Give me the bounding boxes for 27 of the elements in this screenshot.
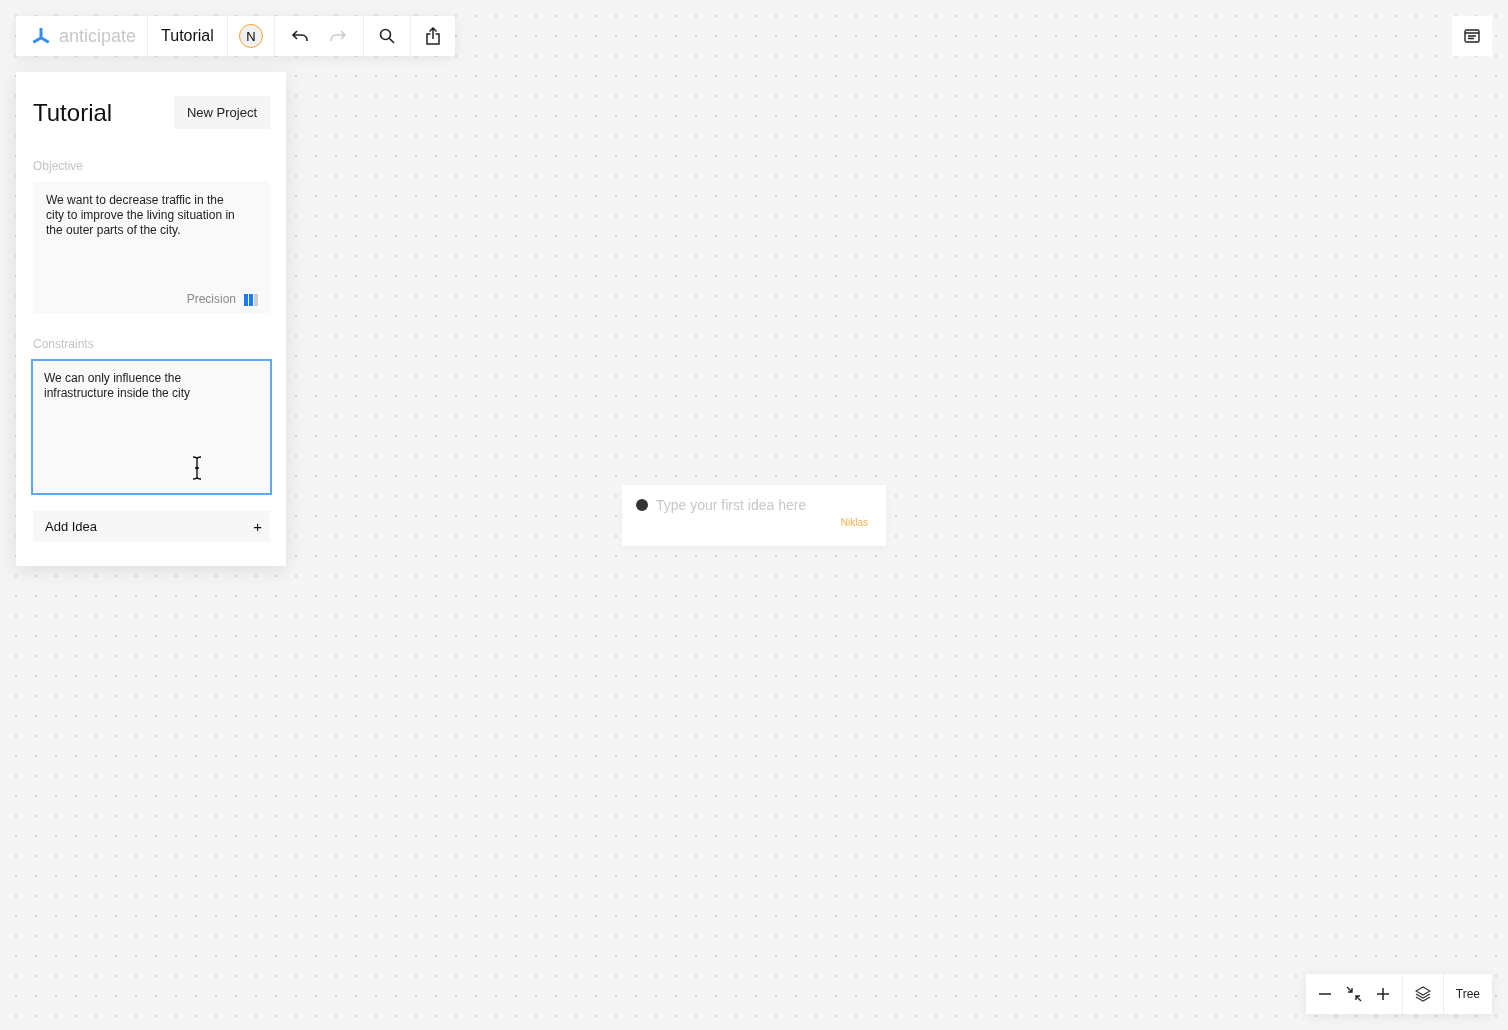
logo-icon (31, 28, 51, 44)
constraints-label: Constraints (33, 337, 95, 351)
precision-label: Precision (186, 292, 236, 307)
search-icon (378, 28, 395, 44)
tree-view-button[interactable]: Tree (1451, 983, 1484, 1005)
objective-text: We want to decrease traffic in the city to improve the living situation in the outer parts of the city. (46, 193, 236, 238)
text-cursor-icon (192, 456, 202, 480)
author-name: Niklas (840, 517, 868, 528)
constraints-field[interactable]: We can only influence the infrastructure inside the city (31, 359, 272, 495)
bullet-icon (636, 499, 648, 511)
objective-label: Objective (33, 159, 85, 173)
redo-icon (328, 29, 347, 43)
add-idea-button[interactable]: Add Idea + (33, 511, 270, 542)
notes-button[interactable] (1452, 16, 1492, 56)
project-name[interactable]: Tutorial (159, 27, 216, 45)
constraints-text: We can only influence the infrastructure inside the city (44, 371, 191, 400)
collapse-arrows-icon (1345, 986, 1362, 1002)
objective-field[interactable]: We want to decrease traffic in the city to improve the living situation in the outer parts of the city. Precision (33, 181, 270, 313)
panel-title: Tutorial (33, 98, 113, 127)
new-project-button[interactable]: New Project (173, 96, 270, 129)
user-avatar[interactable]: N (238, 24, 263, 48)
layers-icon (1414, 986, 1431, 1002)
precision-meter[interactable] (244, 293, 258, 306)
share-icon (425, 27, 440, 45)
undo-icon (290, 29, 309, 43)
plus-icon (1375, 987, 1390, 1001)
window-icon (1464, 29, 1480, 43)
